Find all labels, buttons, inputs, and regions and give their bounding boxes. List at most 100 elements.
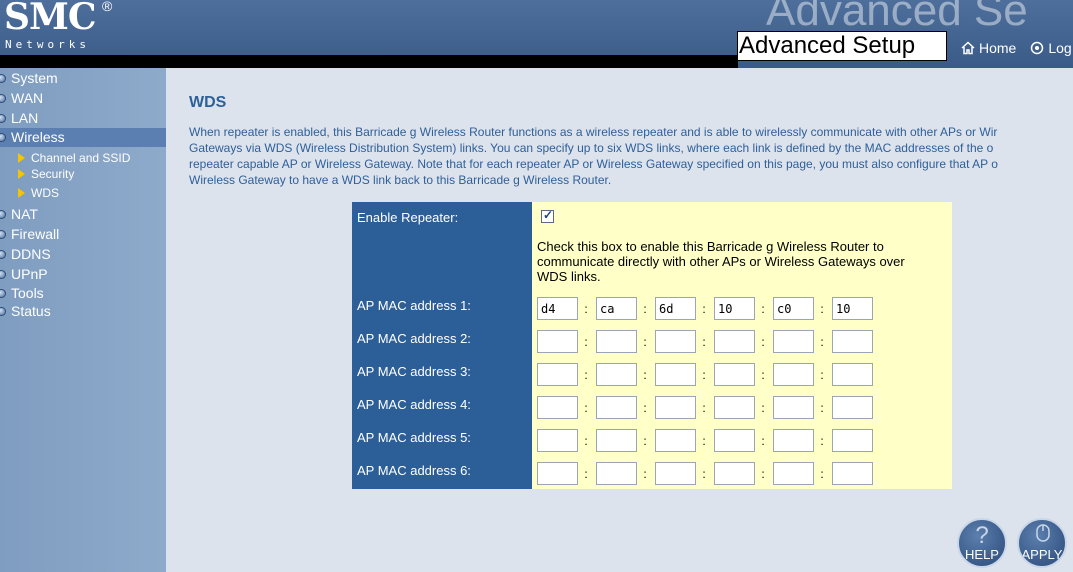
ap-mac-address-label: AP MAC address 3:	[357, 364, 471, 379]
mac-octet-input[interactable]	[832, 297, 873, 320]
mac-octet-input[interactable]	[596, 330, 637, 353]
mac-separator: :	[584, 467, 588, 481]
sidebar-subitem-wds[interactable]: WDS	[18, 186, 59, 200]
sidebar-item-label: WAN	[11, 90, 44, 106]
sidebar-item-label: System	[11, 70, 58, 86]
mac-octet-input[interactable]	[596, 396, 637, 419]
top-nav: Home Log	[947, 36, 1072, 60]
mac-separator: :	[820, 467, 824, 481]
mac-octet-input[interactable]	[655, 462, 696, 485]
mac-octet-input[interactable]	[773, 396, 814, 419]
mac-octet-input[interactable]	[655, 363, 696, 386]
mac-octet-input[interactable]	[832, 429, 873, 452]
sidebar-subitem-security[interactable]: Security	[18, 167, 74, 181]
page-heading: Advanced Setup	[737, 31, 947, 61]
ap-mac-address-label: AP MAC address 1:	[357, 298, 471, 313]
brand-tagline: Networks	[5, 38, 90, 51]
mac-octet-input[interactable]	[596, 429, 637, 452]
sidebar-item-ddns[interactable]: DDNS	[0, 245, 166, 264]
sidebar-item-tools[interactable]: Tools	[0, 284, 166, 303]
arrow-icon	[18, 169, 25, 179]
enable-repeater-label: Enable Repeater:	[357, 210, 459, 225]
mac-octet-input[interactable]	[655, 396, 696, 419]
mac-separator: :	[820, 368, 824, 382]
bullet-icon	[0, 307, 6, 316]
mac-octet-input[interactable]	[773, 363, 814, 386]
enable-repeater-help-text: Check this box to enable this Barricade …	[537, 239, 905, 284]
ap-mac-address-label: AP MAC address 2:	[357, 331, 471, 346]
mac-octet-input[interactable]	[714, 462, 755, 485]
logout-link[interactable]: Log	[1030, 40, 1072, 56]
mac-octet-input[interactable]	[773, 297, 814, 320]
mac-separator: :	[643, 434, 647, 448]
mac-octet-input[interactable]	[537, 297, 578, 320]
home-link-label: Home	[979, 40, 1017, 56]
bullet-icon	[0, 289, 6, 298]
power-icon	[1031, 41, 1044, 55]
mac-octet-input[interactable]	[773, 330, 814, 353]
mac-octet-input[interactable]	[537, 396, 578, 419]
header: SMC ® Networks Advanced Se Advanced Setu…	[0, 0, 1073, 68]
mac-octet-input[interactable]	[655, 297, 696, 320]
mac-octet-input[interactable]	[655, 429, 696, 452]
mac-octet-input[interactable]	[714, 297, 755, 320]
bullet-icon	[0, 250, 6, 259]
mac-octet-input[interactable]	[655, 330, 696, 353]
sidebar: System WAN LAN Wireless Channel and SSID…	[0, 68, 166, 572]
mac-octet-input[interactable]	[773, 462, 814, 485]
mac-octet-input[interactable]	[537, 429, 578, 452]
mac-separator: :	[820, 401, 824, 415]
sidebar-item-system[interactable]: System	[0, 69, 166, 88]
mac-octet-input[interactable]	[596, 297, 637, 320]
bullet-icon	[0, 74, 6, 83]
mac-octet-input[interactable]	[832, 330, 873, 353]
mac-octet-input[interactable]	[832, 462, 873, 485]
mac-octet-input[interactable]	[537, 462, 578, 485]
bullet-icon	[0, 114, 6, 123]
apply-button[interactable]: APPLY	[1017, 518, 1067, 568]
home-icon	[961, 41, 975, 55]
mac-separator: :	[702, 335, 706, 349]
bullet-icon	[0, 133, 6, 142]
mac-octet-input[interactable]	[714, 330, 755, 353]
sidebar-item-label: NAT	[11, 206, 38, 222]
mac-separator: :	[702, 401, 706, 415]
mac-octet-input[interactable]	[773, 429, 814, 452]
sidebar-item-status[interactable]: Status	[0, 302, 166, 321]
mac-octet-input[interactable]	[596, 462, 637, 485]
mac-octet-input[interactable]	[714, 396, 755, 419]
mac-separator: :	[761, 467, 765, 481]
mac-octet-input[interactable]	[537, 363, 578, 386]
mac-octet-input[interactable]	[714, 429, 755, 452]
sidebar-subitem-channel-and-ssid[interactable]: Channel and SSID	[18, 151, 130, 165]
mac-separator: :	[702, 434, 706, 448]
bullet-icon	[0, 270, 6, 279]
mac-separator: :	[643, 302, 647, 316]
mac-octet-input[interactable]	[832, 396, 873, 419]
question-icon: ?	[975, 522, 989, 549]
help-button-label: HELP	[965, 547, 999, 562]
sidebar-item-wan[interactable]: WAN	[0, 89, 166, 108]
home-link[interactable]: Home	[961, 40, 1016, 56]
mac-separator: :	[643, 335, 647, 349]
mac-separator: :	[584, 302, 588, 316]
sidebar-item-wireless[interactable]: Wireless	[0, 128, 166, 147]
sidebar-item-label: LAN	[11, 110, 39, 126]
enable-repeater-checkbox[interactable]	[541, 208, 554, 223]
mac-octet-input[interactable]	[596, 363, 637, 386]
mac-separator: :	[761, 302, 765, 316]
mac-octet-input[interactable]	[832, 363, 873, 386]
ap-mac-address-label: AP MAC address 4:	[357, 397, 471, 412]
help-button[interactable]: ? HELP	[957, 518, 1007, 568]
mac-separator: :	[643, 368, 647, 382]
sidebar-item-nat[interactable]: NAT	[0, 205, 166, 224]
mac-octet-input[interactable]	[714, 363, 755, 386]
arrow-icon	[18, 153, 25, 163]
logout-link-label: Log	[1048, 40, 1072, 56]
mac-octet-input[interactable]	[537, 330, 578, 353]
mouse-icon	[1036, 524, 1050, 542]
sidebar-item-upnp[interactable]: UPnP	[0, 265, 166, 284]
sidebar-item-firewall[interactable]: Firewall	[0, 225, 166, 244]
sidebar-item-lan[interactable]: LAN	[0, 109, 166, 128]
sidebar-item-label: Tools	[11, 285, 44, 301]
